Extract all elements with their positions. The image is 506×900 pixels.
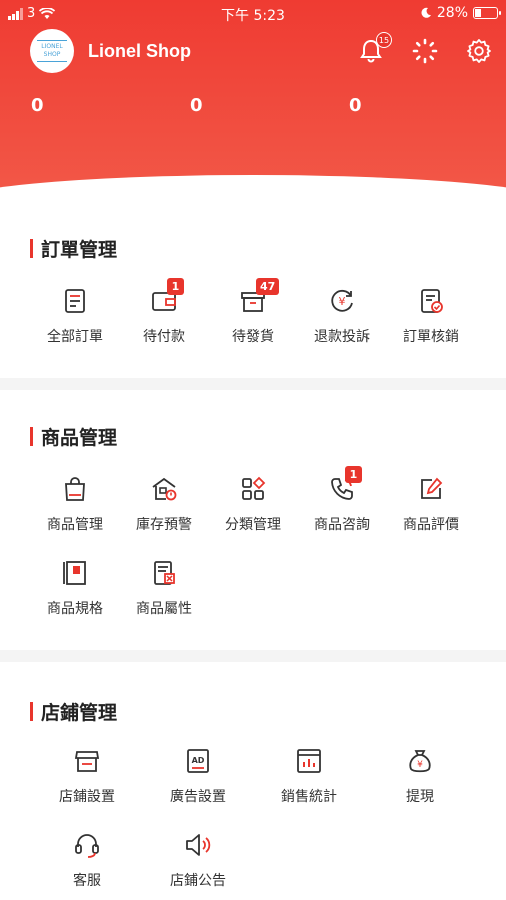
section-divider: [0, 378, 506, 390]
box-icon: 47: [236, 278, 280, 318]
store-item-announcement[interactable]: 店鋪公告: [153, 828, 243, 890]
section-divider: [0, 650, 506, 662]
settings-button[interactable]: [464, 36, 494, 66]
product-item-category[interactable]: 分類管理: [208, 472, 298, 534]
inventory-alert-icon: [147, 472, 181, 506]
product-item-label: 商品規格: [47, 601, 103, 617]
order-item-pending-shipment[interactable]: 47 待發貨: [208, 278, 298, 346]
section-title: 訂單管理: [30, 235, 117, 262]
store-item-ad[interactable]: AD 廣告設置: [153, 744, 243, 806]
spinner-icon: [412, 38, 438, 64]
product-item-label: 庫存預警: [136, 517, 192, 533]
product-management-section: 商品管理 商品管理 庫存預警 分類管理 1 商品咨詢 商品評價 商品規格 商品屬…: [0, 390, 506, 650]
stat-value[interactable]: 0: [190, 95, 203, 116]
store-item-label: 提現: [406, 789, 434, 805]
section-title: 商品管理: [30, 423, 117, 450]
battery-icon: [473, 7, 501, 19]
ad-icon: AD: [181, 744, 215, 778]
order-item-label: 全部訂單: [47, 329, 103, 345]
shopping-bag-icon: [58, 472, 92, 506]
order-item-verify[interactable]: 訂單核銷: [386, 284, 476, 346]
order-item-pending-payment[interactable]: 1 待付款: [119, 278, 209, 346]
product-item-label: 分類管理: [225, 517, 281, 533]
store-item-label: 廣告設置: [170, 789, 226, 805]
storefront-icon: [70, 744, 104, 778]
speaker-icon: [181, 828, 215, 862]
product-item-inventory-alert[interactable]: 庫存預警: [119, 472, 209, 534]
spec-book-icon: [58, 556, 92, 590]
moon-icon: [421, 7, 431, 18]
headset-icon: [70, 828, 104, 862]
order-management-section: 訂單管理 全部訂單 1 待付款 47 待發貨 ¥ 退款投訴 訂單核銷: [0, 210, 506, 378]
money-bag-icon: ¥: [403, 744, 437, 778]
header-curve: [0, 175, 506, 210]
badge-count: 1: [345, 466, 362, 483]
product-item-label: 商品評價: [403, 517, 459, 533]
status-bar: 3 下午 5:23 28%: [0, 0, 506, 28]
order-item-label: 訂單核銷: [403, 329, 459, 345]
order-item-refund[interactable]: ¥ 退款投訴: [297, 284, 387, 346]
store-item-customer-service[interactable]: 客服: [42, 828, 132, 890]
shop-logo[interactable]: LIONEL SHOP: [30, 29, 74, 73]
svg-text:¥: ¥: [339, 295, 346, 308]
attribute-icon: [147, 556, 181, 590]
badge-count: 1: [167, 278, 184, 295]
product-item-label: 商品咨詢: [314, 517, 370, 533]
order-item-label: 退款投訴: [314, 329, 370, 345]
product-item-manage[interactable]: 商品管理: [30, 472, 120, 534]
order-item-label: 待付款: [143, 329, 185, 345]
notification-badge: 15: [376, 32, 392, 48]
header-banner: 3 下午 5:23 28% LIONEL SHOP Lionel Shop 15: [0, 0, 506, 210]
shop-name: Lionel Shop: [88, 40, 191, 61]
wallet-icon: 1: [147, 278, 184, 318]
loading-button[interactable]: [410, 36, 440, 66]
svg-text:AD: AD: [192, 756, 205, 765]
stat-value[interactable]: 0: [31, 95, 44, 116]
store-item-label: 店鋪公告: [170, 873, 226, 889]
store-item-sales[interactable]: 銷售統計: [264, 744, 354, 806]
store-item-withdraw[interactable]: ¥ 提現: [375, 744, 465, 806]
category-icon: [236, 472, 270, 506]
order-item-all[interactable]: 全部訂單: [30, 284, 120, 346]
edit-review-icon: [414, 472, 448, 506]
product-item-spec[interactable]: 商品規格: [30, 556, 120, 618]
refund-icon: ¥: [325, 284, 359, 318]
store-item-settings[interactable]: 店鋪設置: [42, 744, 132, 806]
svg-text:¥: ¥: [417, 760, 423, 770]
store-item-label: 客服: [73, 873, 101, 889]
stat-value[interactable]: 0: [349, 95, 362, 116]
section-title: 店鋪管理: [30, 698, 117, 725]
badge-count: 47: [256, 278, 280, 295]
product-item-label: 商品屬性: [136, 601, 192, 617]
verify-icon: [414, 284, 448, 318]
notification-button[interactable]: 15: [356, 32, 392, 66]
product-item-attribute[interactable]: 商品屬性: [119, 556, 209, 618]
product-item-inquiry[interactable]: 1 商品咨詢: [297, 466, 387, 534]
battery-percent: 28%: [436, 5, 468, 21]
order-item-label: 待發貨: [232, 329, 274, 345]
store-item-label: 銷售統計: [281, 789, 337, 805]
product-item-review[interactable]: 商品評價: [386, 472, 476, 534]
phone-icon: 1: [325, 466, 362, 506]
gear-icon: [467, 39, 491, 63]
product-item-label: 商品管理: [47, 517, 103, 533]
store-item-label: 店鋪設置: [59, 789, 115, 805]
sales-chart-icon: [292, 744, 326, 778]
order-list-icon: [58, 284, 92, 318]
store-management-section: 店鋪管理 店鋪設置 AD 廣告設置 銷售統計 ¥ 提現 客服 店鋪公告: [0, 662, 506, 900]
